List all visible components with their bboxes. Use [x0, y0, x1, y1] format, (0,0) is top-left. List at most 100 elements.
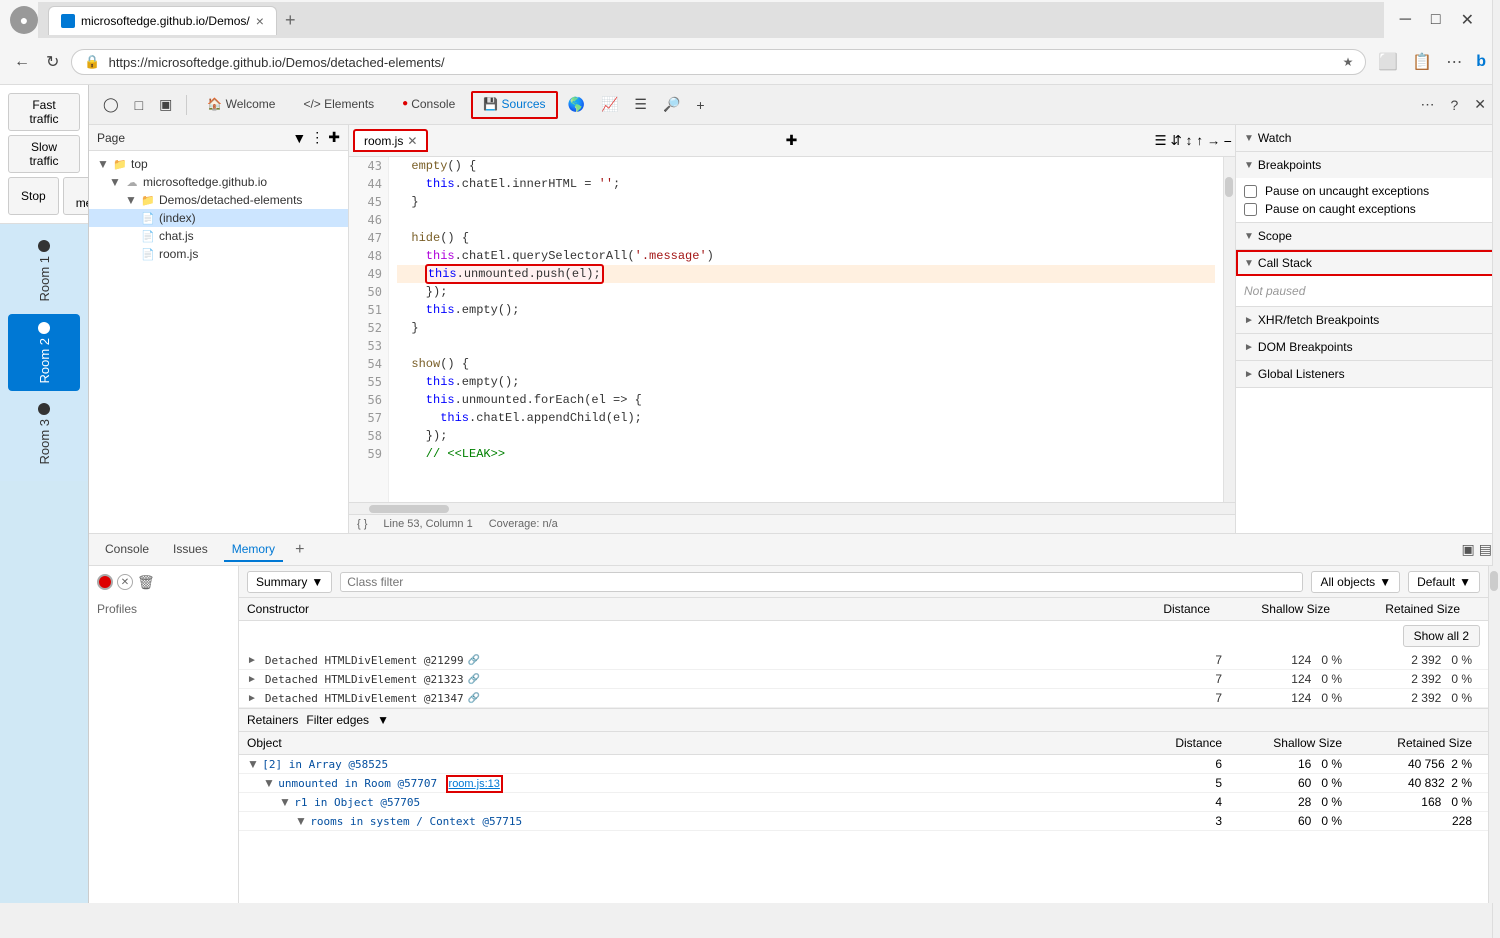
file-tree-dropdown[interactable]: ▼	[292, 130, 306, 146]
line-numbers: 43 44 45 46 47 48 49 50 51 52 53 54 55 5…	[349, 157, 389, 502]
browser-tab[interactable]: microsoftedge.github.io/Demos/ ×	[48, 6, 277, 35]
editor-action-4[interactable]: ↑	[1196, 133, 1203, 148]
performance-icon-button[interactable]: 📈	[595, 92, 624, 117]
toggle-device-button[interactable]: ◯	[97, 92, 125, 117]
memory-row-2[interactable]: ► Detached HTMLDivElement @21347 🔗 7 124…	[239, 689, 1488, 708]
ret-retained-header: Retained Size	[1350, 736, 1480, 750]
memory-row-0[interactable]: ► Detached HTMLDivElement @21299 🔗 7 124…	[239, 651, 1488, 670]
editor-action-5[interactable]: →	[1207, 133, 1220, 148]
layers-button[interactable]: ☰	[628, 92, 653, 117]
trash-button[interactable]: 🗑	[137, 574, 153, 590]
stop-button[interactable]: Stop	[8, 177, 59, 215]
all-objects-button[interactable]: All objects ▼	[1311, 571, 1400, 593]
network-icon-button[interactable]: 🌎	[562, 92, 591, 117]
bottom-tab-memory[interactable]: Memory	[224, 538, 283, 562]
filter-edges-label: Filter edges	[306, 713, 369, 727]
class-filter-input[interactable]	[340, 572, 1303, 592]
bottom-tab-issues[interactable]: Issues	[165, 538, 216, 562]
editor-action-2[interactable]: ⇵	[1170, 133, 1181, 149]
pause-caught-checkbox[interactable]	[1244, 203, 1257, 216]
add-tab-button[interactable]: +	[690, 93, 710, 117]
tree-item-index[interactable]: 📄 (index)	[89, 209, 348, 227]
dock-bottom-button[interactable]: ▤	[1479, 541, 1492, 558]
ret1-object: unmounted in Room @57707	[278, 777, 437, 790]
file-tree-options[interactable]: ⋮	[310, 129, 324, 146]
right-scrollbar[interactable]	[1492, 125, 1500, 533]
split-tab-button[interactable]: ⬜	[1374, 48, 1402, 76]
undock-bottom-button[interactable]: ▣	[1462, 541, 1475, 558]
horizontal-scrollbar[interactable]	[349, 502, 1235, 514]
watch-section-header[interactable]: ▼ Watch	[1236, 125, 1500, 151]
console-drawer-button[interactable]: ▣	[153, 92, 178, 117]
responsive-button[interactable]: □	[129, 93, 149, 117]
breakpoints-section-header[interactable]: ▼ Breakpoints	[1236, 152, 1500, 178]
room-js-link[interactable]: room.js:13	[449, 778, 500, 790]
tree-item-origin[interactable]: ▼ ☁ microsoftedge.github.io	[89, 173, 348, 191]
dom-section-header[interactable]: ► DOM Breakpoints	[1236, 334, 1500, 360]
minimize-button[interactable]: ─	[1396, 6, 1415, 34]
default-button[interactable]: Default ▼	[1408, 571, 1480, 593]
room3-indicator	[38, 403, 50, 415]
editor-tab-close[interactable]: ✕	[407, 134, 417, 148]
fast-traffic-button[interactable]: Fast traffic	[8, 93, 80, 131]
tree-item-roomjs[interactable]: 📄 room.js	[89, 245, 348, 263]
vertical-scrollbar[interactable]	[1223, 157, 1235, 502]
address-bar[interactable]: 🔒 https://microsoftedge.github.io/Demos/…	[71, 49, 1366, 75]
more-button[interactable]: ⋯	[1442, 48, 1466, 76]
editor-action-1[interactable]: ☰	[1155, 133, 1167, 149]
new-tab-button[interactable]: +	[277, 6, 304, 35]
add-file-tab-button[interactable]: ✚	[786, 132, 798, 149]
retainer-row-3[interactable]: ▼ rooms in system / Context @57715 3 60 …	[239, 812, 1488, 831]
tree-item-top[interactable]: ▼ 📁 top	[89, 155, 348, 173]
collections-button[interactable]: 📋	[1408, 48, 1436, 76]
record-button[interactable]	[97, 574, 113, 590]
retainer-row-2[interactable]: ▼ r1 in Object @57705 4 28 0 % 168 0 %	[239, 793, 1488, 812]
new-tab-file[interactable]: ✚	[328, 129, 340, 146]
clear-button[interactable]: ✕	[117, 574, 133, 590]
room1-item[interactable]: Room 1	[8, 232, 80, 310]
refresh-button[interactable]: ↻	[42, 48, 63, 76]
watch-arrow: ▼	[1244, 133, 1254, 144]
global-section-header[interactable]: ► Global Listeners	[1236, 361, 1500, 387]
slow-traffic-button[interactable]: Slow traffic	[8, 135, 80, 173]
maximize-button[interactable]: □	[1427, 6, 1445, 34]
bottom-tab-console[interactable]: Console	[97, 538, 157, 562]
tab-sources[interactable]: 💾 Sources	[471, 91, 557, 119]
ret2-distance: 4	[1150, 795, 1230, 809]
tab-welcome[interactable]: 🏠 Welcome	[195, 91, 287, 119]
tab-elements[interactable]: </> Elements	[291, 91, 386, 119]
close-devtools-button[interactable]: ✕	[1468, 92, 1492, 117]
back-button[interactable]: ←	[10, 49, 34, 75]
tab-console[interactable]: ● Console	[390, 91, 467, 119]
more-devtools-button[interactable]: ⋯	[1414, 92, 1440, 117]
tree-item-chatjs[interactable]: 📄 chat.js	[89, 227, 348, 245]
callstack-section-header[interactable]: ▼ Call Stack	[1236, 250, 1500, 276]
memory-scrollbar[interactable]	[1488, 566, 1500, 903]
room3-item[interactable]: Room 3	[8, 395, 80, 473]
retainers-table-header: Object Distance Shallow Size Retained Si…	[239, 732, 1488, 755]
editor-action-3[interactable]: ↕	[1186, 133, 1193, 148]
help-devtools-button[interactable]: ?	[1444, 93, 1464, 117]
ret0-retained: 40 756 2 %	[1350, 757, 1480, 771]
xhr-section-header[interactable]: ► XHR/fetch Breakpoints	[1236, 307, 1500, 333]
close-window-button[interactable]: ✕	[1457, 6, 1478, 34]
tree-item-demos[interactable]: ▼ 📁 Demos/detached-elements	[89, 191, 348, 209]
editor-tab-roomjs[interactable]: room.js ✕	[353, 129, 428, 152]
scope-section-header[interactable]: ▼ Scope	[1236, 223, 1500, 249]
show-all-button[interactable]: Show all 2	[1403, 625, 1480, 647]
pause-uncaught-checkbox[interactable]	[1244, 185, 1257, 198]
room2-item[interactable]: Room 2	[8, 314, 80, 392]
inspect-button[interactable]: 🔎	[657, 92, 686, 117]
editor-action-6[interactable]: ⎯	[1224, 133, 1231, 149]
bing-button[interactable]: b	[1472, 49, 1490, 75]
bottom-tab-add-button[interactable]: +	[291, 541, 308, 559]
summary-view-button[interactable]: Summary ▼	[247, 571, 332, 593]
retainer-row-1[interactable]: ▼ unmounted in Room @57707 room.js:13 5 …	[239, 774, 1488, 793]
memory-row-1[interactable]: ► Detached HTMLDivElement @21323 🔗 7 124…	[239, 670, 1488, 689]
profile-icon[interactable]: ●	[10, 6, 38, 34]
html-file-icon: 📄	[141, 211, 155, 225]
js-file-icon-chat: 📄	[141, 229, 155, 243]
room1-label: Room 1	[37, 256, 52, 302]
retainer-row-0[interactable]: ▼ [2] in Array @58525 6 16 0 % 40 756 2 …	[239, 755, 1488, 774]
tab-close-button[interactable]: ×	[256, 13, 264, 29]
